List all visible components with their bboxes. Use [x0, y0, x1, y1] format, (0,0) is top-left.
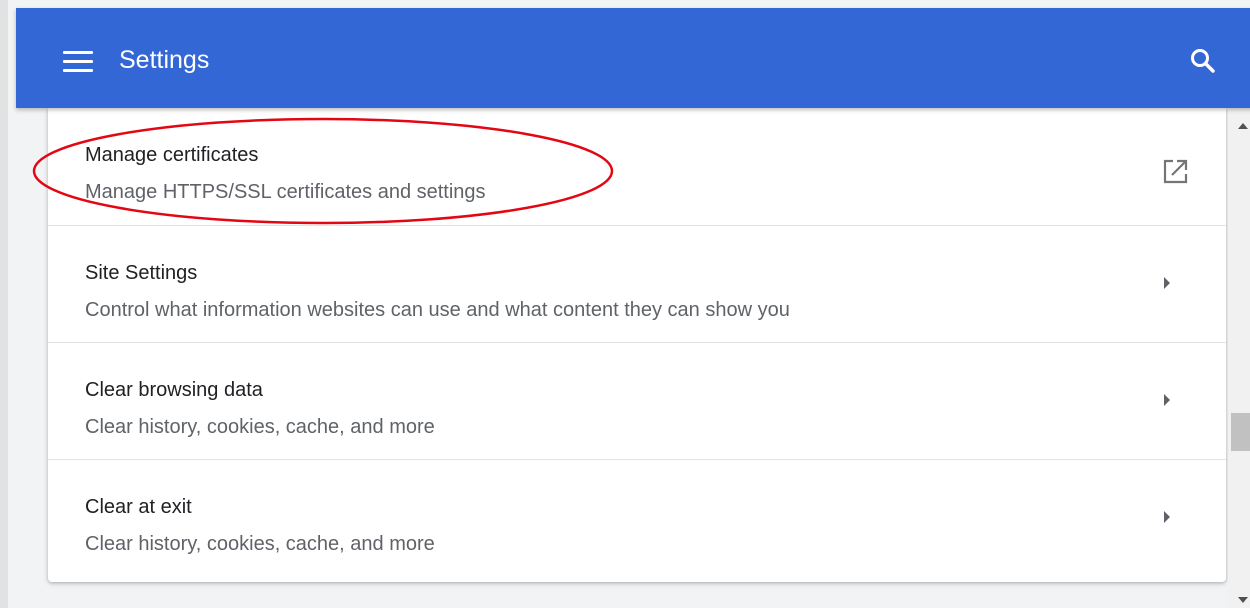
hamburger-menu-icon[interactable] [63, 51, 93, 73]
scroll-up-arrow-icon[interactable] [1237, 118, 1249, 129]
vertical-scrollbar[interactable] [1228, 108, 1250, 608]
row-label: Clear browsing data [85, 379, 263, 401]
row-label: Manage certificates [85, 144, 259, 166]
chevron-right-icon [1162, 276, 1172, 290]
scroll-down-arrow-icon[interactable] [1237, 592, 1249, 603]
scrollbar-thumb[interactable] [1231, 413, 1250, 451]
app-header: Settings [16, 8, 1250, 108]
row-label: Clear at exit [85, 496, 192, 518]
row-description: Clear history, cookies, cache, and more [85, 416, 435, 438]
page-title: Settings [119, 46, 210, 74]
settings-card: Manage certificates Manage HTTPS/SSL cer… [48, 108, 1226, 582]
clear-browsing-data-row[interactable]: Clear browsing data Clear history, cooki… [48, 342, 1226, 459]
site-settings-row[interactable]: Site Settings Control what information w… [48, 225, 1226, 342]
manage-certificates-row[interactable]: Manage certificates Manage HTTPS/SSL cer… [48, 108, 1226, 225]
clear-at-exit-row[interactable]: Clear at exit Clear history, cookies, ca… [48, 459, 1226, 576]
settings-content: Manage certificates Manage HTTPS/SSL cer… [16, 108, 1228, 608]
settings-window: Settings Manage certificates Manage HTTP… [0, 0, 1250, 608]
chevron-right-icon [1162, 393, 1172, 407]
search-icon[interactable] [1188, 46, 1218, 76]
open-in-new-icon[interactable] [1160, 157, 1190, 187]
chevron-right-icon [1162, 510, 1172, 524]
row-description: Control what information websites can us… [85, 299, 790, 321]
row-description: Manage HTTPS/SSL certificates and settin… [85, 181, 486, 203]
row-label: Site Settings [85, 262, 198, 284]
row-description: Clear history, cookies, cache, and more [85, 533, 435, 555]
